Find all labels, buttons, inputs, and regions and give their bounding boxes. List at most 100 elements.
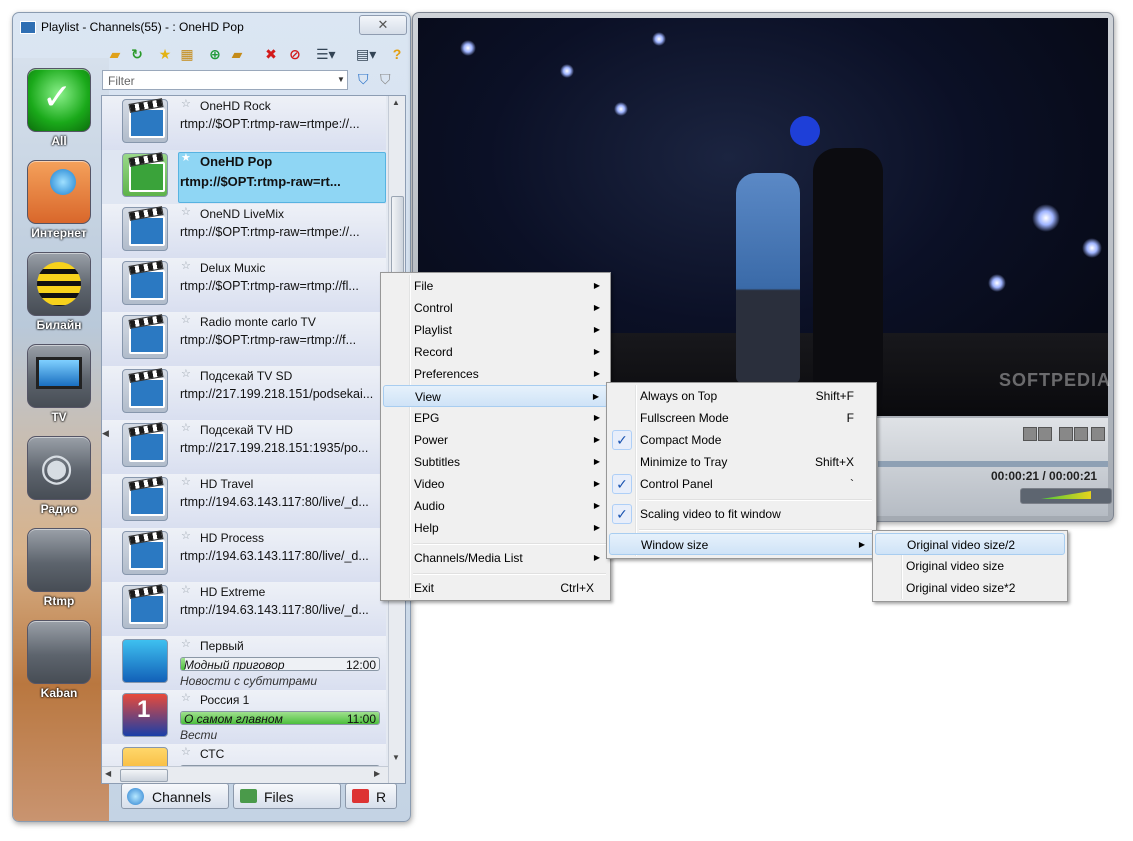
panel-view-icon[interactable]: ▤▾: [356, 45, 376, 63]
menu-item-minimize-to-tray[interactable]: Minimize to Tray Shift+X: [609, 451, 874, 473]
seek-bar[interactable]: [878, 461, 1108, 467]
epg-channel-row[interactable]: ☆ Первый Модный приговор 12:00 Новости с…: [102, 636, 386, 691]
filter-input[interactable]: Filter: [102, 70, 348, 90]
scroll-up-arrow-icon[interactable]: ▲: [392, 98, 400, 107]
tab-record[interactable]: R: [345, 783, 397, 809]
menu-item-scaling-video[interactable]: ✓ Scaling video to fit window: [609, 503, 874, 525]
category-internet-button[interactable]: [27, 160, 91, 224]
menu-item-original-size-double[interactable]: Original video size*2: [875, 577, 1065, 599]
epg-channel-row[interactable]: 1 ☆ Россия 1 О самом главном 11:00 Вести: [102, 690, 386, 745]
menu-item-fullscreen-mode[interactable]: Fullscreen Mode F: [609, 407, 874, 429]
view-submenu: Always on Top Shift+F Fullscreen Mode F ✓ C…: [606, 382, 877, 559]
tab-files[interactable]: Files: [233, 783, 341, 809]
category-beeline-button[interactable]: [27, 252, 91, 316]
menu-item-control-panel[interactable]: ✓ Control Panel `: [609, 473, 874, 495]
favorite-star-icon[interactable]: ☆: [181, 313, 191, 326]
channel-row[interactable]: ☆ HD Travel rtmp://194.63.143.117:80/liv…: [102, 474, 386, 529]
channel-row[interactable]: ☆ OneND LiveMix rtmp://$OPT:rtmp-raw=rtm…: [102, 204, 386, 259]
menu-item-original-size-half[interactable]: Original video size/2: [875, 533, 1065, 555]
category-kaban-button[interactable]: [27, 620, 91, 684]
channel-row[interactable]: ☆ Radio monte carlo TV rtmp://$OPT:rtmp-…: [102, 312, 386, 367]
favorite-star-icon[interactable]: ★: [156, 45, 174, 63]
menu-item-audio[interactable]: Audio ▶: [383, 495, 608, 517]
channel-list[interactable]: ☆ OneHD Rock rtmp://$OPT:rtmp-raw=rtmpe:…: [101, 95, 406, 784]
channel-thumbnail: [122, 531, 168, 575]
minimize-icon[interactable]: [1023, 427, 1037, 441]
favorite-star-icon[interactable]: ☆: [181, 367, 191, 380]
volume-slider[interactable]: [1020, 488, 1112, 504]
favorite-star-icon[interactable]: ☆: [181, 583, 191, 596]
open-folder-icon[interactable]: ▰: [106, 45, 124, 63]
refresh-icon[interactable]: ↻: [128, 45, 146, 63]
filter-apply-icon[interactable]: ⛉: [358, 71, 376, 89]
channel-row[interactable]: ☆ HD Process rtmp://194.63.143.117:80/li…: [102, 528, 386, 583]
menu-item-subtitles[interactable]: Subtitles ▶: [383, 451, 608, 473]
menu-item-exit[interactable]: Exit Ctrl+X: [383, 577, 608, 599]
menu-item-compact-mode[interactable]: ✓ Compact Mode: [609, 429, 874, 451]
channel-row[interactable]: ☆ OneHD Rock rtmp://$OPT:rtmp-raw=rtmpe:…: [102, 96, 386, 151]
submenu-arrow-icon: ▶: [593, 435, 600, 444]
channel-thumbnail: [122, 261, 168, 305]
channel-row[interactable]: ☆ Подсекай TV HD rtmp://217.199.218.151:…: [102, 420, 386, 475]
menu-label: View: [415, 390, 441, 404]
channel-row[interactable]: ☆ HD Extreme rtmp://194.63.143.117:80/li…: [102, 582, 386, 637]
channel-row-selected[interactable]: ★ OneHD Pop rtmp://$OPT:rtmp-raw=rt...: [102, 150, 386, 205]
restore-icon[interactable]: [1038, 427, 1052, 441]
favorite-star-icon[interactable]: ★: [181, 151, 191, 164]
category-radio-button[interactable]: ◉: [27, 436, 91, 500]
close-icon[interactable]: [1091, 427, 1105, 441]
menu-item-control[interactable]: Control ▶: [383, 297, 608, 319]
menu-item-view[interactable]: View ▶: [383, 385, 608, 407]
menu-item-playlist[interactable]: Playlist ▶: [383, 319, 608, 341]
menu-item-epg[interactable]: EPG ▶: [383, 407, 608, 429]
favorite-star-icon[interactable]: ☆: [181, 691, 191, 704]
playlist-toggle-icon[interactable]: [1074, 427, 1088, 441]
menu-item-video[interactable]: Video ▶: [383, 473, 608, 495]
menu-item-file[interactable]: File ▶: [383, 275, 608, 297]
group-icon[interactable]: ▦: [178, 45, 196, 63]
filter-clear-icon[interactable]: ⛉: [380, 71, 398, 89]
compact-icon[interactable]: [1059, 427, 1073, 441]
favorite-star-icon[interactable]: ☆: [181, 421, 191, 434]
add-icon[interactable]: ⊕: [206, 45, 224, 63]
menu-item-window-size[interactable]: Window size ▶: [609, 533, 874, 555]
menu-item-help[interactable]: Help ▶: [383, 517, 608, 539]
folder-add-icon[interactable]: ▰: [228, 45, 246, 63]
favorite-star-icon[interactable]: ☆: [181, 637, 191, 650]
submenu-arrow-icon: ▶: [593, 325, 600, 334]
category-tv-button[interactable]: [27, 344, 91, 408]
menu-label: Exit: [414, 581, 435, 595]
filter-dropdown-arrow-icon[interactable]: ▼: [337, 70, 349, 90]
menu-item-original-size[interactable]: Original video size: [875, 555, 1065, 577]
favorite-star-icon[interactable]: ☆: [181, 529, 191, 542]
category-rtmp-button[interactable]: [27, 528, 91, 592]
menu-item-always-on-top[interactable]: Always on Top Shift+F: [609, 385, 874, 407]
collapse-arrow-icon[interactable]: ◀: [102, 428, 109, 439]
menu-shortcut: Ctrl+X: [560, 581, 594, 595]
favorite-star-icon[interactable]: ☆: [181, 475, 191, 488]
menu-item-power[interactable]: Power ▶: [383, 429, 608, 451]
list-view-icon[interactable]: ☰▾: [316, 45, 336, 63]
help-icon[interactable]: ?: [388, 45, 406, 63]
category-all-button[interactable]: ✓: [27, 68, 91, 132]
scroll-down-arrow-icon[interactable]: ▼: [392, 753, 400, 762]
favorite-star-icon[interactable]: ☆: [181, 745, 191, 758]
close-button[interactable]: ✕: [359, 15, 407, 35]
tab-label: Channels: [152, 789, 212, 805]
block-icon[interactable]: ⊘: [286, 45, 304, 63]
channel-row[interactable]: ☆ Delux Muxic rtmp://$OPT:rtmp-raw=rtmp:…: [102, 258, 386, 313]
menu-item-channels-media-list[interactable]: Channels/Media List ▶: [383, 547, 608, 569]
horizontal-scrollbar[interactable]: ◀ ▶: [102, 766, 388, 783]
scroll-left-arrow-icon[interactable]: ◀: [105, 769, 111, 778]
favorite-star-icon[interactable]: ☆: [181, 205, 191, 218]
channel-row[interactable]: ☆ Подсекай TV SD rtmp://217.199.218.151/…: [102, 366, 386, 421]
favorite-star-icon[interactable]: ☆: [181, 97, 191, 110]
tab-channels[interactable]: Channels: [121, 783, 229, 809]
delete-icon[interactable]: ✖: [262, 45, 280, 63]
checkmark-icon: ✓: [612, 430, 632, 450]
favorite-star-icon[interactable]: ☆: [181, 259, 191, 272]
scroll-right-arrow-icon[interactable]: ▶: [374, 769, 380, 778]
menu-item-preferences[interactable]: Preferences ▶: [383, 363, 608, 385]
scroll-thumb[interactable]: [120, 769, 168, 782]
menu-item-record[interactable]: Record ▶: [383, 341, 608, 363]
